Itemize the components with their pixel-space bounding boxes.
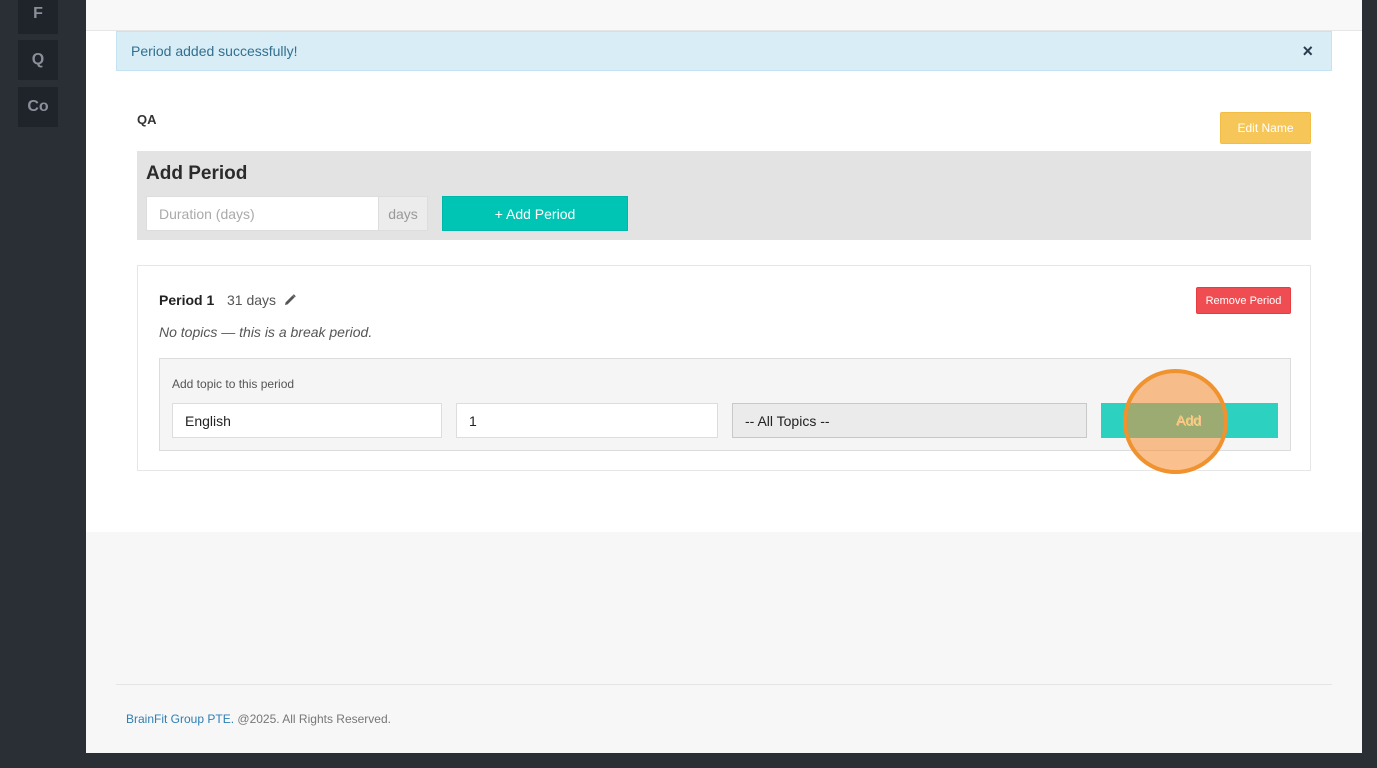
footer: BrainFit Group PTE. @2025. All Rights Re… [126,712,391,726]
bottom-edge [0,753,1377,768]
close-icon[interactable]: × [1302,41,1313,62]
main-area: Period added successfully! × QA Edit Nam… [86,0,1362,753]
right-edge [1362,0,1377,768]
duration-addon: days [379,196,428,231]
period-card: Period 1 31 days Remove Period No topics… [137,265,1311,471]
add-period-button[interactable]: + Add Period [442,196,628,231]
empty-topics-note: No topics — this is a break period. [159,324,373,340]
sidebar-item-label: Co [27,98,49,115]
duration-input[interactable]: Duration (days) [146,196,379,231]
alert-message: Period added successfully! [131,43,298,59]
sidebar-item-co[interactable]: Co [18,87,58,127]
period-duration: 31 days [227,292,277,308]
level-input[interactable]: 1 [456,403,718,438]
topic-select[interactable]: -- All Topics -- [732,403,1087,438]
period-title: Period 1 [159,292,215,308]
remove-period-button[interactable]: Remove Period [1196,287,1291,314]
edit-name-button[interactable]: Edit Name [1220,112,1311,144]
content-panel: Period added successfully! × QA Edit Nam… [86,0,1362,532]
top-bar [86,0,1362,31]
add-topic-form: Add topic to this period English 1 -- Al… [159,358,1291,451]
footer-rights: @2025. All Rights Reserved. [234,712,391,726]
add-topic-label: Add topic to this period [172,377,295,391]
sidebar-item-label: Q [31,51,45,68]
subject-select[interactable]: English [172,403,442,438]
add-period-panel: Add Period Duration (days) days + Add Pe… [137,151,1311,240]
footer-divider [116,684,1332,685]
sidebar-item-f[interactable]: F [18,0,58,34]
sidebar-item-label: F [33,5,43,22]
sidebar-item-q[interactable]: Q [18,40,58,80]
company-link[interactable]: BrainFit Group PTE. [126,712,234,726]
add-period-title: Add Period [146,163,248,184]
pencil-icon[interactable] [284,294,296,306]
success-alert: Period added successfully! × [116,31,1332,71]
plan-name: QA [137,112,157,127]
sidebar: F Q Co [0,0,86,768]
add-topic-button[interactable]: Add [1101,403,1278,438]
